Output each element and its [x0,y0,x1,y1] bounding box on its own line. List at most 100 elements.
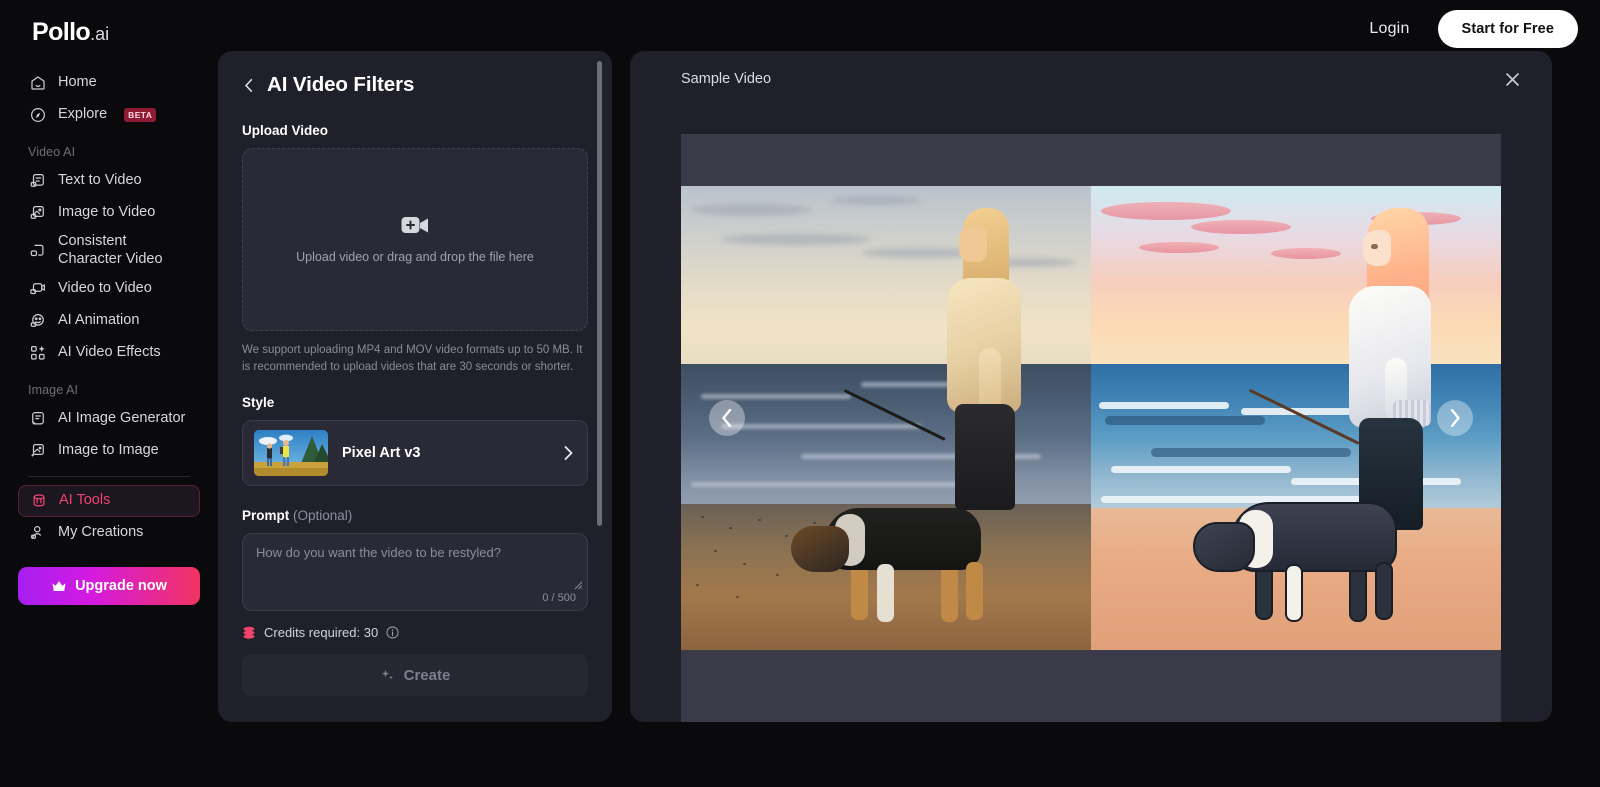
credits-text: Credits required: 30 [264,625,378,640]
photo-cloud [691,204,811,216]
style-selector[interactable]: Pixel Art v3 [242,420,588,486]
top-bar: Login Start for Free [0,0,1600,58]
home-icon [28,74,47,93]
ai-tools-icon [29,492,48,511]
start-for-free-button[interactable]: Start for Free [1438,10,1578,48]
anime-cloud [1191,220,1291,234]
panel-header: AI Video Filters [242,73,588,97]
text-to-video-icon [28,172,47,191]
sidebar-item-label: Text to Video [58,172,142,190]
upgrade-now-button[interactable]: Upgrade now [18,567,200,605]
sidebar-item-label: AI Animation [58,312,139,330]
prompt-optional-text: (Optional) [293,508,352,523]
sidebar-item-label: Home [58,74,97,92]
sidebar-divider [28,476,190,477]
video-preview-stage[interactable] [681,134,1501,722]
anime-cloud [1271,248,1341,259]
sidebar-item-ai-video-effects[interactable]: AI Video Effects [18,337,200,369]
sidebar-item-label: Image to Video [58,204,155,222]
sidebar-item-label: Video to Video [58,280,152,298]
preview-title: Sample Video [681,71,771,87]
prompt-label: Prompt (Optional) [242,508,588,523]
ai-animation-icon [28,312,47,331]
sidebar-item-explore[interactable]: Explore BETA [18,99,200,131]
ai-video-filters-panel: AI Video Filters Upload Video Upload vid… [218,51,612,722]
anime-woman [1337,208,1457,518]
sidebar-item-ai-tools[interactable]: AI Tools [18,485,200,517]
photo-cloud [721,234,871,245]
app-root: Login Start for Free Pollo .ai Home Expl… [0,0,1600,787]
video-dropzone[interactable]: Upload video or drag and drop the file h… [242,148,588,331]
beta-badge: BETA [124,108,156,122]
upload-hint: We support uploading MP4 and MOV video f… [242,342,588,375]
page-title: AI Video Filters [267,73,414,97]
sidebar-section-video-ai: Video AI [18,131,200,165]
chevron-left-icon [721,409,733,427]
upload-video-label: Upload Video [242,123,588,138]
sidebar-item-image-to-image[interactable]: Image to Image [18,435,200,467]
create-label: Create [404,667,451,684]
chevron-right-icon [564,446,573,460]
back-chevron-icon[interactable] [242,79,255,92]
sidebar-item-consistent-character-video[interactable]: Consistent Character Video [18,229,200,273]
info-icon[interactable] [386,626,399,639]
coin-icon [242,626,256,640]
sidebar-item-ai-animation[interactable]: AI Animation [18,305,200,337]
sidebar-item-label: My Creations [58,524,143,542]
sidebar: Pollo .ai Home Explore BETA Video AI Tex… [0,0,218,787]
photo-dog [791,504,999,629]
add-video-icon [401,215,429,236]
sidebar-item-label: AI Video Effects [58,344,161,362]
scrollbar-track[interactable] [602,57,607,716]
login-link[interactable]: Login [1359,14,1419,44]
video-frame [681,186,1501,650]
anime-cloud [1101,202,1231,220]
sidebar-item-label: Explore [58,106,107,124]
preview-header: Sample Video [630,51,1552,107]
dropzone-text: Upload video or drag and drop the file h… [296,250,534,264]
scrollbar-thumb[interactable] [597,61,602,526]
photo-wave [721,424,921,429]
prompt-placeholder: How do you want the video to be restyled… [256,545,574,560]
sidebar-item-my-creations[interactable]: My Creations [18,517,200,549]
image-to-image-icon [28,442,47,461]
resize-grip-icon[interactable] [572,579,583,590]
sparkle-icon [380,668,395,683]
sidebar-item-image-to-video[interactable]: Image to Video [18,197,200,229]
form-scroll-area: AI Video Filters Upload Video Upload vid… [218,51,612,722]
sidebar-item-label: AI Image Generator [58,410,185,428]
credits-row: Credits required: 30 [242,625,588,640]
close-icon[interactable] [1505,72,1520,87]
compass-icon [28,106,47,125]
sample-video-panel: Sample Video [630,51,1552,722]
upgrade-label: Upgrade now [75,578,167,594]
prompt-input[interactable]: How do you want the video to be restyled… [242,533,588,611]
carousel-prev-button[interactable] [709,400,745,436]
style-label: Style [242,395,588,410]
ai-video-effects-icon [28,344,47,363]
ai-image-generator-icon [28,410,47,429]
carousel-next-button[interactable] [1437,400,1473,436]
photo-woman [931,208,1041,508]
photo-wave [701,394,851,399]
video-to-video-icon [28,280,47,299]
chevron-right-icon [1449,409,1461,427]
sidebar-item-label: AI Tools [59,492,110,510]
style-value: Pixel Art v3 [342,445,550,461]
crown-icon [51,580,67,593]
sidebar-item-video-to-video[interactable]: Video to Video [18,273,200,305]
photo-cloud [831,196,921,205]
create-button[interactable]: Create [242,654,588,696]
anime-cloud [1139,242,1219,253]
style-thumbnail [254,430,328,476]
image-to-video-icon [28,204,47,223]
anime-dog [1193,498,1413,633]
sidebar-item-ai-image-generator[interactable]: AI Image Generator [18,403,200,435]
sidebar-item-home[interactable]: Home [18,67,200,99]
sidebar-section-image-ai: Image AI [18,369,200,403]
consistent-character-icon [28,242,47,261]
sidebar-item-label: Image to Image [58,442,159,460]
my-creations-icon [28,524,47,543]
prompt-counter: 0 / 500 [542,592,576,604]
sidebar-item-text-to-video[interactable]: Text to Video [18,165,200,197]
